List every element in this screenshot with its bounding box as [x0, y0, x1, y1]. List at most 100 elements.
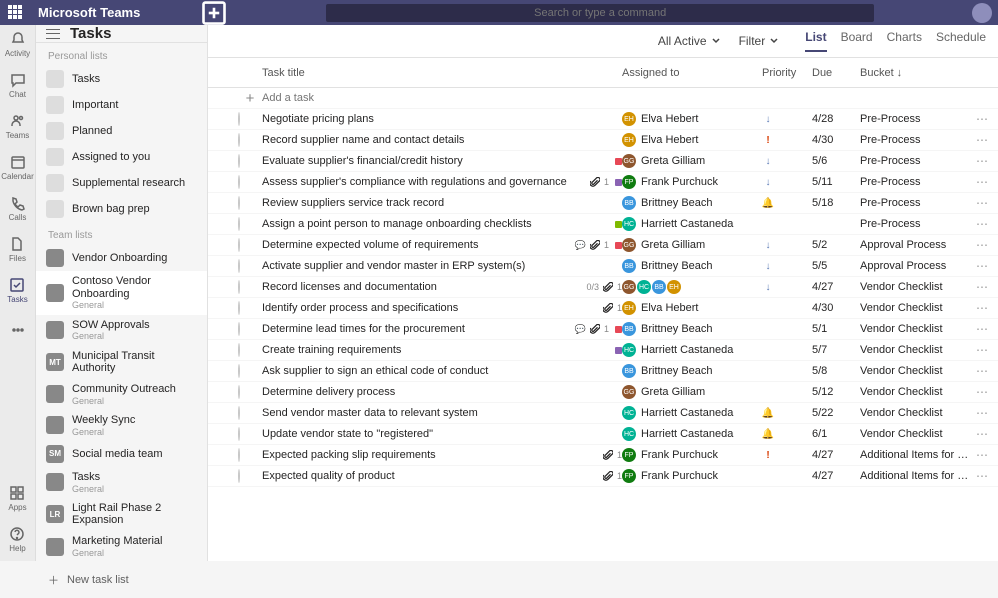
bucket-cell[interactable]: Approval Process — [860, 260, 970, 272]
assignee-cell[interactable]: EHElva Hebert — [622, 133, 762, 147]
due-cell[interactable]: 4/27 — [812, 470, 860, 482]
complete-radio[interactable] — [238, 217, 240, 231]
due-cell[interactable]: 6/1 — [812, 428, 860, 440]
bucket-cell[interactable]: Vendor Checklist — [860, 407, 970, 419]
due-cell[interactable]: 5/5 — [812, 260, 860, 272]
task-row[interactable]: Evaluate supplier's financial/credit his… — [208, 151, 998, 172]
task-row[interactable]: Create training requirements HCHarriett … — [208, 340, 998, 361]
row-more-icon[interactable]: ⋯ — [970, 280, 994, 294]
rail-teams[interactable]: Teams — [6, 113, 30, 140]
row-more-icon[interactable]: ⋯ — [970, 385, 994, 399]
sidebar-item-personal[interactable]: Brown bag prep — [36, 196, 207, 222]
priority-cell[interactable]: ! — [762, 134, 812, 146]
due-cell[interactable]: 5/22 — [812, 407, 860, 419]
bucket-cell[interactable]: Additional Items for Strate… — [860, 449, 970, 461]
row-more-icon[interactable]: ⋯ — [970, 301, 994, 315]
due-cell[interactable]: 5/12 — [812, 386, 860, 398]
priority-cell[interactable]: ↓ — [762, 239, 812, 251]
rail-tasks[interactable]: Tasks — [7, 277, 27, 304]
row-more-icon[interactable]: ⋯ — [970, 112, 994, 126]
sidebar-item-team[interactable]: SOW ApprovalsGeneral — [36, 315, 207, 346]
task-row[interactable]: Determine expected volume of requirement… — [208, 235, 998, 256]
task-row[interactable]: Expected quality of product1 FPFrank Pur… — [208, 466, 998, 487]
complete-radio[interactable] — [238, 448, 240, 462]
row-more-icon[interactable]: ⋯ — [970, 217, 994, 231]
complete-radio[interactable] — [238, 301, 240, 315]
assignee-cell[interactable]: HCHarriett Castaneda — [622, 217, 762, 231]
rail-chat[interactable]: Chat — [9, 72, 26, 99]
due-cell[interactable]: 4/30 — [812, 302, 860, 314]
assignee-cell[interactable]: FPFrank Purchuck — [622, 175, 762, 189]
row-more-icon[interactable]: ⋯ — [970, 343, 994, 357]
bucket-cell[interactable]: Pre-Process — [860, 218, 970, 230]
view-schedule[interactable]: Schedule — [936, 30, 986, 52]
complete-radio[interactable] — [238, 343, 240, 357]
assignee-cell[interactable]: GGGreta Gilliam — [622, 385, 762, 399]
add-task-input[interactable] — [262, 92, 622, 104]
task-row[interactable]: Activate supplier and vendor master in E… — [208, 256, 998, 277]
complete-radio[interactable] — [238, 427, 240, 441]
new-item-icon[interactable] — [200, 0, 228, 27]
task-row[interactable]: Assign a point person to manage onboardi… — [208, 214, 998, 235]
row-more-icon[interactable]: ⋯ — [970, 364, 994, 378]
assignee-cell[interactable]: GGGreta Gilliam — [622, 154, 762, 168]
priority-cell[interactable] — [762, 470, 812, 482]
rail-calls[interactable]: Calls — [9, 195, 27, 222]
new-task-list[interactable]: ＋ New task list — [36, 562, 207, 598]
task-row[interactable]: Expected packing slip requirements1 FPFr… — [208, 445, 998, 466]
priority-cell[interactable]: ↓ — [762, 155, 812, 167]
assignee-cell[interactable]: EHElva Hebert — [622, 301, 762, 315]
assignee-cell[interactable]: BBBrittney Beach — [622, 196, 762, 210]
due-cell[interactable]: 5/18 — [812, 197, 860, 209]
row-more-icon[interactable]: ⋯ — [970, 427, 994, 441]
assignee-cell[interactable]: EHElva Hebert — [622, 112, 762, 126]
assignee-cell[interactable]: FPFrank Purchuck — [622, 469, 762, 483]
view-list[interactable]: List — [805, 30, 826, 52]
assignee-cell[interactable]: GGHCBBEH — [622, 280, 762, 294]
bucket-cell[interactable]: Vendor Checklist — [860, 302, 970, 314]
col-priority[interactable]: Priority — [762, 67, 812, 79]
sidebar-item-team[interactable]: MTMunicipal Transit Authority — [36, 346, 207, 379]
complete-radio[interactable] — [238, 154, 240, 168]
priority-cell[interactable]: ! — [762, 449, 812, 461]
bucket-cell[interactable]: Pre-Process — [860, 134, 970, 146]
row-more-icon[interactable]: ⋯ — [970, 406, 994, 420]
priority-cell[interactable] — [762, 344, 812, 356]
task-row[interactable]: Record supplier name and contact details… — [208, 130, 998, 151]
bucket-cell[interactable]: Pre-Process — [860, 113, 970, 125]
task-row[interactable]: Send vendor master data to relevant syst… — [208, 403, 998, 424]
bucket-cell[interactable]: Vendor Checklist — [860, 281, 970, 293]
row-more-icon[interactable]: ⋯ — [970, 175, 994, 189]
rail-files[interactable]: Files — [9, 236, 26, 263]
priority-cell[interactable] — [762, 323, 812, 335]
add-task-row[interactable]: + — [208, 88, 998, 109]
row-more-icon[interactable]: ⋯ — [970, 448, 994, 462]
assignee-cell[interactable]: HCHarriett Castaneda — [622, 427, 762, 441]
sidebar-item-team[interactable]: Weekly SyncGeneral — [36, 410, 207, 441]
assignee-cell[interactable]: FPFrank Purchuck — [622, 448, 762, 462]
task-row[interactable]: Update vendor state to "registered" HCHa… — [208, 424, 998, 445]
complete-radio[interactable] — [238, 406, 240, 420]
assignee-cell[interactable]: GGGreta Gilliam — [622, 238, 762, 252]
sidebar-item-team[interactable]: TasksGeneral — [36, 467, 207, 498]
assignee-cell[interactable]: HCHarriett Castaneda — [622, 406, 762, 420]
filter-button[interactable]: Filter — [739, 34, 780, 48]
bucket-cell[interactable]: Vendor Checklist — [860, 428, 970, 440]
sidebar-item-team[interactable]: Vendor Onboarding — [36, 245, 207, 271]
assignee-cell[interactable]: BBBrittney Beach — [622, 322, 762, 336]
task-row[interactable]: Determine lead times for the procurement… — [208, 319, 998, 340]
due-cell[interactable]: 4/30 — [812, 134, 860, 146]
due-cell[interactable]: 5/8 — [812, 365, 860, 377]
rail-more[interactable] — [10, 322, 26, 338]
priority-cell[interactable]: 🔔 — [762, 197, 812, 209]
due-cell[interactable]: 5/6 — [812, 155, 860, 167]
sidebar-item-personal[interactable]: Supplemental research — [36, 170, 207, 196]
assignee-cell[interactable]: BBBrittney Beach — [622, 259, 762, 273]
task-row[interactable]: Determine delivery process GGGreta Gilli… — [208, 382, 998, 403]
task-row[interactable]: Review suppliers service track record BB… — [208, 193, 998, 214]
due-cell[interactable]: 4/27 — [812, 281, 860, 293]
row-more-icon[interactable]: ⋯ — [970, 259, 994, 273]
col-bucket[interactable]: Bucket ↓ — [860, 67, 970, 79]
priority-cell[interactable]: ↓ — [762, 113, 812, 125]
row-more-icon[interactable]: ⋯ — [970, 469, 994, 483]
